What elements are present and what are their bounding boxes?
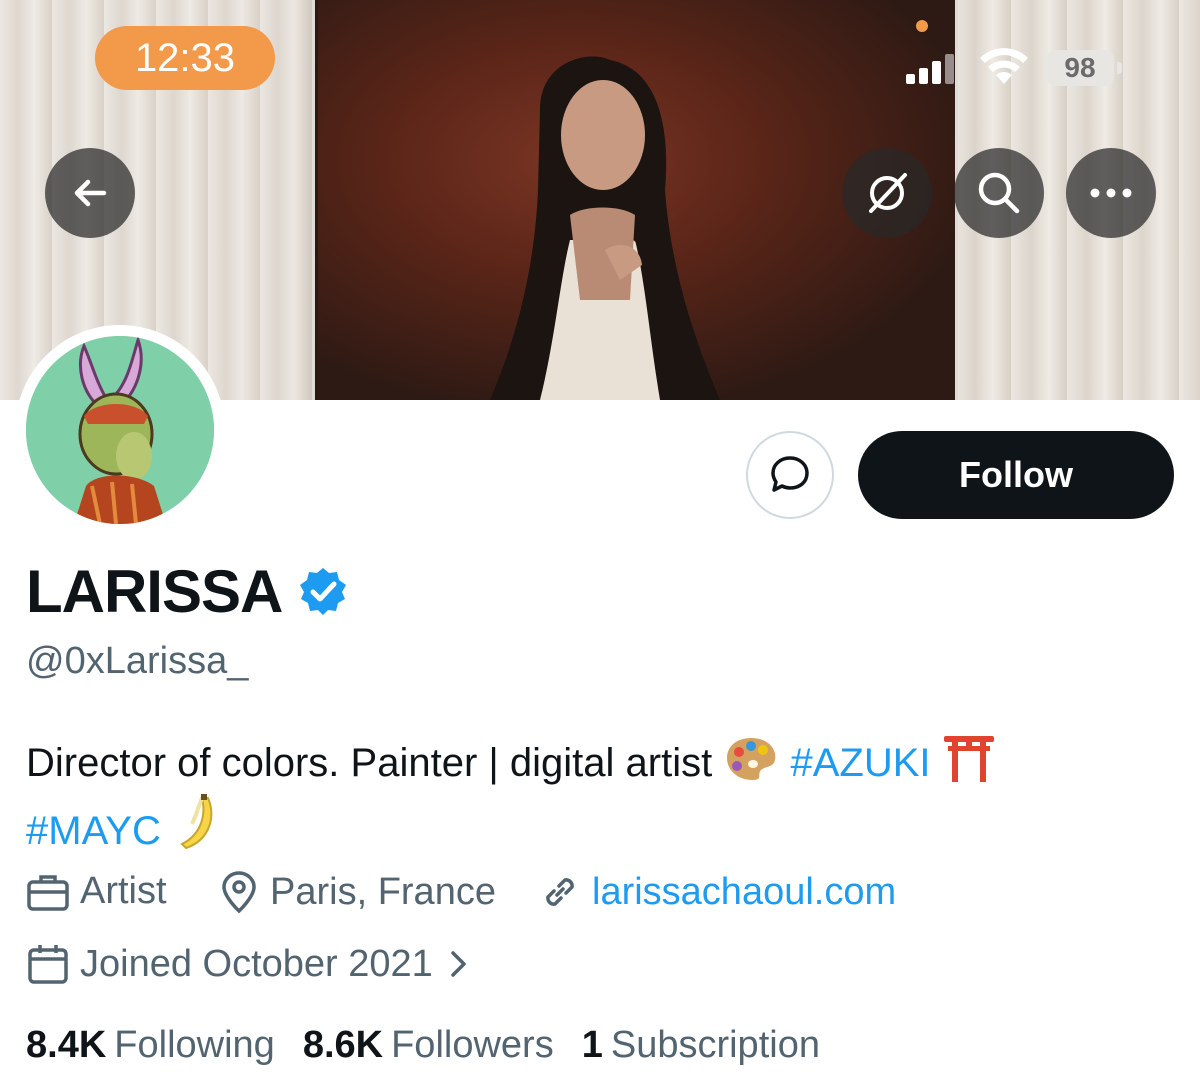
briefcase-icon [27, 874, 69, 911]
more-dots-icon [1090, 188, 1132, 198]
following-stat[interactable]: 8.4K Following [26, 1024, 275, 1067]
ape-avatar-illustration [26, 336, 214, 524]
profile-handle: @0xLarissa_ [26, 640, 249, 682]
grok-button[interactable] [842, 148, 932, 238]
hashtag-azuki[interactable]: #AZUKI [790, 741, 930, 785]
hashtag-mayc[interactable]: #MAYC [26, 809, 161, 853]
battery-indicator: 98 [1046, 50, 1122, 86]
search-button[interactable] [954, 148, 1044, 238]
message-bubble-icon [771, 456, 809, 492]
subscriptions-label: Subscription [610, 1024, 820, 1066]
followers-stat[interactable]: 8.6K Followers [303, 1024, 554, 1067]
website-link[interactable]: larissachaoul.com [592, 871, 896, 914]
wifi-icon [980, 48, 1028, 84]
profile-bio: Director of colors. Painter | digital ar… [26, 732, 1176, 862]
status-time: 12:33 [95, 26, 275, 90]
torii-gate-emoji-icon [943, 736, 994, 782]
bio-text: Director of colors. Painter | digital ar… [26, 741, 713, 785]
verified-badge-icon[interactable] [298, 566, 348, 616]
location-label: Paris, France [270, 870, 496, 913]
website-item[interactable]: larissachaoul.com [538, 870, 896, 914]
profession-item: Artist [26, 870, 167, 913]
subscriptions-count: 1 [581, 1024, 603, 1066]
search-icon [978, 172, 1020, 214]
banner-person-photo [490, 56, 720, 400]
back-button[interactable] [45, 148, 135, 238]
more-button[interactable] [1066, 148, 1156, 238]
arrow-left-icon [74, 179, 107, 207]
following-label: Following [114, 1024, 275, 1066]
chevron-right-icon [451, 951, 466, 977]
joined-label: Joined October 2021 [80, 942, 433, 985]
location-pin-icon [222, 871, 256, 914]
profession-label: Artist [80, 870, 167, 912]
avatar-image [26, 336, 214, 524]
avatar[interactable] [15, 325, 225, 535]
privacy-indicator-dot [916, 20, 928, 32]
link-icon [546, 878, 574, 906]
followers-label: Followers [391, 1024, 554, 1066]
profile-stats: 8.4K Following 8.6K Followers 1 Subscriptio… [26, 1024, 848, 1067]
banana-emoji-icon [180, 794, 213, 850]
subscriptions-stat[interactable]: 1 Subscription [582, 1024, 820, 1067]
profile-name-row: LARISSA [26, 556, 348, 626]
calendar-icon [28, 945, 68, 984]
location-item: Paris, France [218, 870, 496, 914]
profile-name: LARISSA [26, 557, 283, 625]
followers-count: 8.6K [302, 1024, 384, 1066]
following-count: 8.4K [26, 1024, 107, 1066]
message-button[interactable] [746, 431, 834, 519]
grok-icon [869, 173, 907, 213]
follow-button[interactable]: Follow [858, 431, 1174, 519]
artist-palette-emoji-icon [727, 738, 776, 780]
cellular-signal-icon [906, 54, 954, 84]
battery-level: 98 [1046, 50, 1114, 86]
joined-item[interactable]: Joined October 2021 [26, 942, 481, 986]
